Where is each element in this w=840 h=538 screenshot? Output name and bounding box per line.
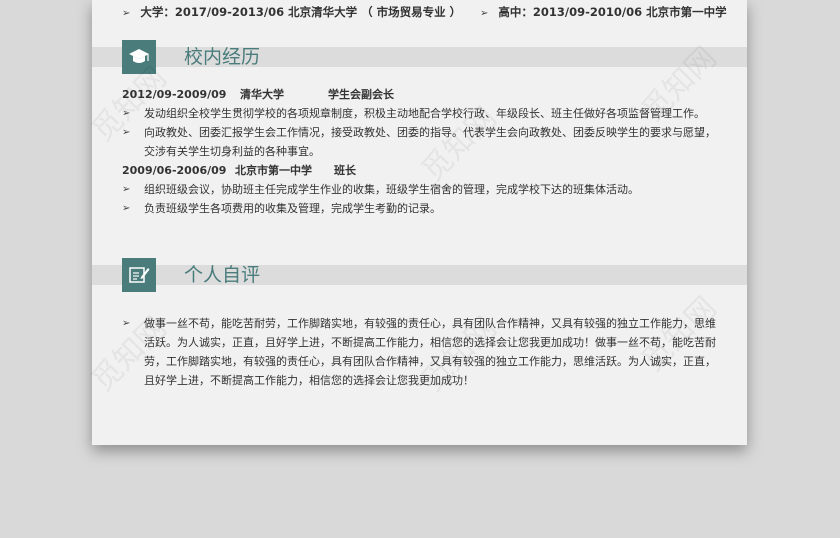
bullet-arrow-icon: ➢ [122, 108, 131, 119]
edit-pen-icon [122, 258, 156, 292]
entry1-bullet-2-cont: 交涉有关学生切身利益的各种事宜。 [144, 145, 320, 158]
entry1-role: 学生会副会长 [328, 88, 394, 101]
education-highschool: ➢ 高中：2013/09-2010/06 北京市第一中学 [480, 5, 727, 19]
bullet-arrow-icon: ➢ [122, 184, 131, 195]
bullet-arrow-icon: ➢ [122, 127, 131, 138]
entry2-role: 班长 [334, 164, 356, 177]
self-line-4: 且好学上进，不断提高工作能力，相信您的选择会让您我更加成功！ [144, 374, 474, 387]
entry1-bullet-1: 发动组织全校学生贯彻学校的各项规章制度，积极主动地配合学校行政、年级段长、班主任… [144, 107, 705, 120]
bullet-arrow-icon: ➢ [480, 8, 489, 19]
resume-page: ➢ 大学：2017/09-2013/06 北京清华大学 （ 市场贸易专业 ） ➢ 高… [85, 0, 747, 445]
entry2-org: 北京市第一中学 [235, 164, 312, 177]
entry1-date: 2012/09-2009/09 [122, 88, 227, 101]
entry2-date: 2009/06-2006/09 [122, 164, 227, 177]
education-university: ➢ 大学：2017/09-2013/06 北京清华大学 （ 市场贸易专业 ） [122, 5, 462, 19]
bullet-arrow-icon: ➢ [122, 318, 131, 329]
self-line-2: 活跃。为人诚实，正直，且好学上进，不断提高工作能力，相信您的选择会让您我更加成功… [144, 336, 716, 349]
bullet-arrow-icon: ➢ [122, 203, 131, 214]
entry2-bullet-2: 负责班级学生各项费用的收集及管理，完成学生考勤的记录。 [144, 202, 441, 215]
section-title-self: 个人自评 [184, 264, 261, 286]
entry1-org: 清华大学 [240, 88, 284, 101]
entry2-bullet-1: 组织班级会议，协助班主任完成学生作业的收集，班级学生宿舍的管理，完成学校下达的班… [144, 183, 639, 196]
bullet-arrow-icon: ➢ [122, 8, 131, 19]
self-line-3: 劳，工作脚踏实地，有较强的责任心，具有团队合作精神，又具有较强的独立工作能力，思… [144, 355, 716, 368]
graduation-cap-icon [122, 40, 156, 74]
education-row: ➢ 大学：2017/09-2013/06 北京清华大学 （ 市场贸易专业 ） ➢ 高… [92, 4, 747, 20]
section-title-campus: 校内经历 [184, 46, 261, 68]
entry1-bullet-2: 向政教处、团委汇报学生会工作情况，接受政教处、团委的指导。代表学生会向政教处、团… [144, 126, 716, 139]
self-line-1: 做事一丝不苟，能吃苦耐劳，工作脚踏实地，有较强的责任心，具有团队合作精神，又具有… [144, 317, 716, 330]
